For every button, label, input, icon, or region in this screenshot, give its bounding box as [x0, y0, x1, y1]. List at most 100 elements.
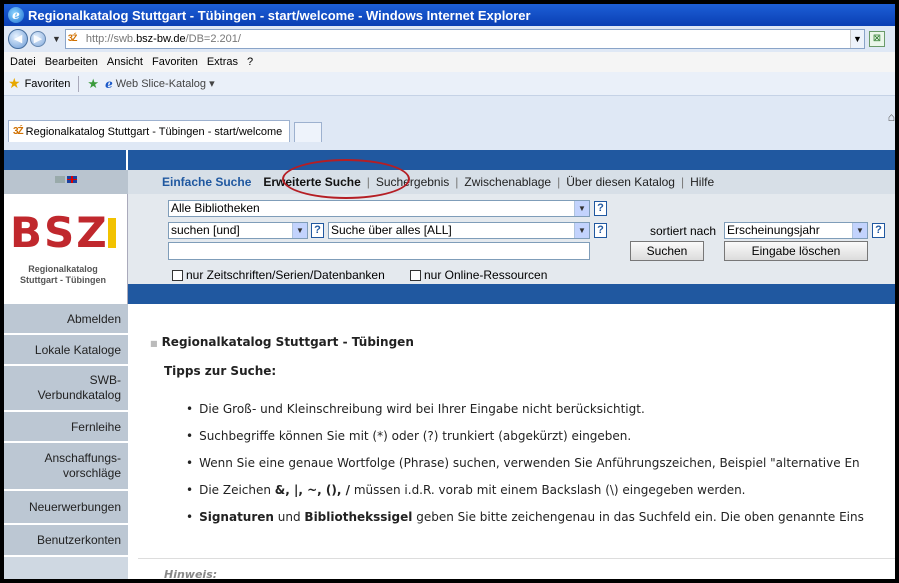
- url-host: bsz-bw.de: [136, 33, 186, 45]
- field-select[interactable]: Suche über alles [ALL] ▼: [328, 222, 590, 239]
- side-nav: Abmelden Lokale Kataloge SWB- Verbundkat…: [4, 304, 128, 557]
- nav-neuerwerbungen[interactable]: Neuerwerbungen: [4, 491, 128, 525]
- tip-text: Die Groß- und Kleinschreibung wird bei I…: [199, 402, 645, 416]
- url-path: /DB=2.201/: [185, 33, 241, 45]
- forward-button[interactable]: ▶: [30, 31, 46, 47]
- web-page: BSZ Regionalkatalog Stuttgart - Tübingen…: [4, 150, 895, 579]
- new-tab-button[interactable]: [294, 122, 322, 142]
- nav-label: Anschaffungs- vorschläge: [44, 451, 122, 480]
- bullet-icon: •: [186, 429, 194, 443]
- address-dropdown-icon[interactable]: ▼: [849, 30, 864, 48]
- search-form: Alle Bibliotheken ▼ ? suchen [und] ▼ ? S…: [128, 194, 895, 284]
- field-help-icon[interactable]: ?: [594, 223, 607, 238]
- sort-select-value: Erscheinungsjahr: [727, 223, 820, 237]
- ie-page-icon: e: [105, 76, 113, 91]
- window-title: Regionalkatalog Stuttgart - Tübingen - s…: [28, 7, 531, 23]
- nav-label: SWB- Verbundkatalog: [37, 373, 121, 402]
- bullet-icon: •: [186, 483, 194, 497]
- menu-extras[interactable]: Extras: [207, 56, 238, 68]
- bsz-logo[interactable]: BSZ Regionalkatalog Stuttgart - Tübingen: [4, 194, 128, 304]
- bullet-icon: •: [186, 510, 194, 524]
- divider: [138, 558, 895, 559]
- library-select[interactable]: Alle Bibliotheken ▼: [168, 200, 590, 217]
- back-button[interactable]: ◀: [8, 29, 28, 49]
- sort-label: sortiert nach: [650, 224, 717, 238]
- tip-bold: Signaturen: [199, 510, 274, 524]
- logo-text: BSZ: [10, 208, 109, 257]
- nav-swb-verbundkatalog[interactable]: SWB- Verbundkatalog: [4, 366, 128, 412]
- chevron-down-icon: ▼: [852, 223, 867, 238]
- checkbox[interactable]: [172, 269, 183, 281]
- tab-hilfe[interactable]: Hilfe: [684, 175, 720, 189]
- nav-label: Benutzerkonten: [36, 533, 121, 547]
- nav-benutzerkonten[interactable]: Benutzerkonten: [4, 525, 128, 557]
- tab-favicon-icon: 3Ź: [13, 126, 24, 137]
- web-slice-gallery[interactable]: Web Slice-Katalog ▾: [116, 77, 215, 90]
- add-favorite-icon[interactable]: ★: [87, 76, 99, 92]
- menu-ansicht[interactable]: Ansicht: [107, 56, 143, 68]
- history-dropdown-icon[interactable]: ▼: [52, 34, 61, 44]
- language-switcher: [4, 170, 128, 194]
- operator-select-value: suchen [und]: [171, 223, 240, 237]
- top-band: [4, 150, 895, 170]
- browser-tab-active[interactable]: 3Ź Regionalkatalog Stuttgart - Tübingen …: [8, 120, 290, 142]
- uk-flag-icon[interactable]: [67, 176, 77, 183]
- menu-bearbeiten[interactable]: Bearbeiten: [45, 56, 98, 68]
- catalog-tabs: Einfache Suche Erweiterte Suche | Sucher…: [128, 170, 895, 194]
- german-flag-icon[interactable]: [55, 176, 65, 183]
- clear-input-button[interactable]: Eingabe löschen: [724, 241, 868, 261]
- menu-datei[interactable]: Datei: [10, 56, 36, 68]
- search-input[interactable]: [168, 242, 590, 260]
- tab-zwischenablage[interactable]: Zwischenablage: [458, 175, 557, 189]
- checkbox[interactable]: [410, 269, 421, 281]
- chk-online-label: nur Online-Ressourcen: [424, 268, 548, 282]
- compatibility-view-icon[interactable]: ⊠: [868, 31, 885, 47]
- page-title: ■ Regionalkatalog Stuttgart - Tübingen: [150, 335, 414, 349]
- library-select-value: Alle Bibliotheken: [171, 201, 260, 215]
- tip-text: geben Sie bitte zeichengenau in das Such…: [412, 510, 864, 524]
- nav-anschaffungsvorschlaege[interactable]: Anschaffungs- vorschläge: [4, 443, 128, 491]
- divider: [78, 75, 80, 92]
- operator-select[interactable]: suchen [und] ▼: [168, 222, 308, 239]
- logo-subtitle: Regionalkatalog Stuttgart - Tübingen: [4, 264, 122, 286]
- tip-item: • Wenn Sie eine genaue Wortfolge (Phrase)…: [186, 456, 895, 483]
- home-icon[interactable]: ⌂: [888, 110, 895, 124]
- menu-favoriten[interactable]: Favoriten: [152, 56, 198, 68]
- tip-bold: Bibliothekssigel: [304, 510, 413, 524]
- library-help-icon[interactable]: ?: [594, 201, 607, 216]
- logo-sub-line1: Regionalkatalog: [28, 264, 98, 274]
- search-button[interactable]: Suchen: [630, 241, 704, 261]
- tip-item: • Suchbegriffe können Sie mit (*) oder (?…: [186, 429, 895, 456]
- tip-text: Suchbegriffe können Sie mit (*) oder (?)…: [199, 429, 632, 443]
- nav-lokale-kataloge[interactable]: Lokale Kataloge: [4, 335, 128, 366]
- sort-select[interactable]: Erscheinungsjahr ▼: [724, 222, 868, 239]
- menu-help[interactable]: ?: [247, 56, 253, 68]
- logo-sub-line2: Stuttgart - Tübingen: [20, 275, 106, 285]
- favorites-button[interactable]: Favoriten: [25, 78, 71, 90]
- nav-abmelden[interactable]: Abmelden: [4, 304, 128, 335]
- favorites-star-icon[interactable]: ★: [8, 75, 21, 92]
- chk-zeitschriften[interactable]: nur Zeitschriften/Serien/Datenbanken: [172, 268, 385, 282]
- sort-help-icon[interactable]: ?: [872, 223, 885, 238]
- tip-text: Wenn Sie eine genaue Wortfolge (Phrase) …: [199, 456, 860, 470]
- tab-einfache-suche[interactable]: Einfache Suche: [162, 175, 257, 189]
- nav-label: Fernleihe: [70, 419, 121, 434]
- tab-ueber-katalog[interactable]: Über diesen Katalog: [560, 175, 681, 189]
- chk-online[interactable]: nur Online-Ressourcen: [410, 268, 547, 282]
- tip-special-chars: &, |, ~, (), /: [274, 483, 350, 497]
- operator-help-icon[interactable]: ?: [311, 223, 324, 238]
- field-select-value: Suche über alles [ALL]: [331, 223, 452, 237]
- tip-item: • Die Zeichen &, |, ~, (), / müssen i.d.R…: [186, 483, 895, 510]
- menu-bar: Datei Bearbeiten Ansicht Favoriten Extra…: [4, 52, 895, 72]
- address-bar[interactable]: 3Ź http://swb. bsz-bw.de/DB=2.201/ ▼: [64, 29, 865, 49]
- ie-logo-icon: e: [8, 7, 24, 23]
- favorites-bar: ★ Favoriten ★ e Web Slice-Katalog ▾: [4, 72, 895, 96]
- logo-yellow-bar: [108, 218, 116, 248]
- nav-label: Lokale Kataloge: [34, 342, 121, 357]
- bullet-icon: •: [186, 456, 194, 470]
- mid-band: [128, 284, 895, 304]
- nav-label: Abmelden: [66, 311, 121, 326]
- top-band-left: [4, 150, 128, 170]
- tip-item: • Signaturen und Bibliothekssigel geben S…: [186, 510, 895, 537]
- nav-fernleihe[interactable]: Fernleihe: [4, 412, 128, 443]
